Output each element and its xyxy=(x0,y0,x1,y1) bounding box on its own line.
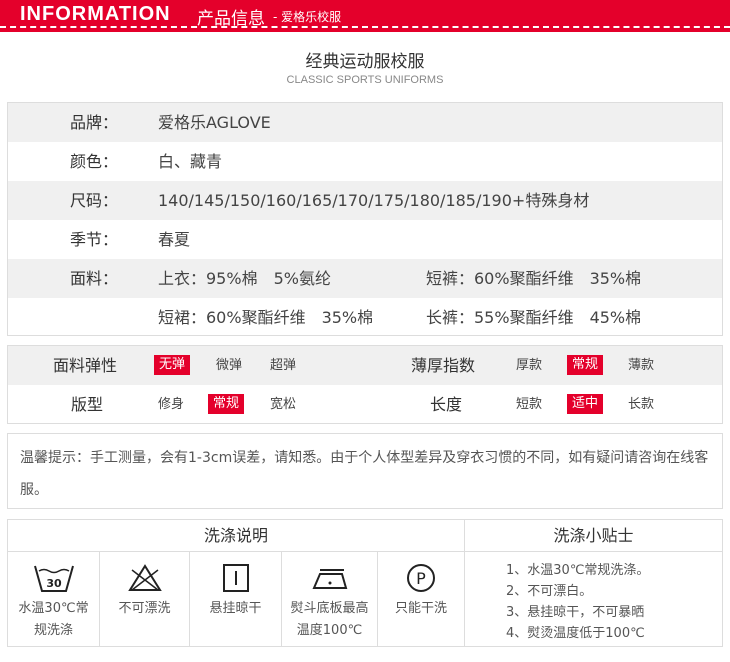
attr-option-selected: 常规 xyxy=(567,355,604,375)
info-value: 爱格乐AGLOVE xyxy=(158,113,271,132)
tip-item: 4、熨烫温度低于100℃ xyxy=(506,626,645,641)
tip-item: 1、水温30℃常规洗涤。 xyxy=(506,563,650,578)
page-subtitle: CLASSIC SPORTS UNIFORMS xyxy=(286,74,444,86)
wash-label: 熨斗底板最高温度100℃ xyxy=(290,601,369,638)
info-value: 短裙：60%聚酯纤维 35%棉 xyxy=(158,308,374,327)
attr-option: 修身 xyxy=(158,397,185,412)
tip-item: 2、不可漂白。 xyxy=(506,584,593,599)
dry-clean-letter: P xyxy=(416,569,426,588)
page-title: 经典运动服校服 xyxy=(305,52,425,72)
no-bleach-icon xyxy=(127,564,162,591)
attr-row: 版型 修身 常规 宽松 长度 短款 适中 长款 xyxy=(8,385,722,424)
info-label: 颜色： xyxy=(70,152,119,171)
note-box: 温馨提示：手工测量，会有1-3cm误差，请知悉。由于个人体型差异及穿衣习惯的不同… xyxy=(7,433,723,509)
info-row: 短裙：60%聚酯纤维 35%棉 长裤：55%聚酯纤维 45%棉 xyxy=(8,298,722,337)
header-banner: INFORMATION 产品信息 - 爱格乐校服 xyxy=(0,0,730,32)
wash-item: 熨斗底板最高温度100℃ xyxy=(282,552,378,646)
wash-title: 洗涤说明 xyxy=(8,520,465,552)
wash-label: 只能干洗 xyxy=(394,601,447,616)
attr-option-selected: 常规 xyxy=(208,394,245,414)
info-value: 白、藏青 xyxy=(158,152,223,171)
attr-option-selected: 适中 xyxy=(567,394,604,414)
wash-table: 洗涤说明 洗涤小贴士 30 水温30℃常规洗涤 不可漂洗 悬挂晾干 熨斗底板最高… xyxy=(7,519,723,647)
wash-temp-number: 30 xyxy=(46,577,62,590)
attr-label: 薄厚指数 xyxy=(411,356,476,375)
iron-icon xyxy=(311,569,347,589)
info-row: 季节： 春夏 xyxy=(8,220,722,259)
info-value: 140/145/150/160/165/170/175/180/185/190+… xyxy=(158,191,590,210)
info-value: 春夏 xyxy=(158,230,191,249)
attr-label: 长度 xyxy=(430,395,463,414)
info-label: 品牌： xyxy=(70,113,119,132)
info-value: 上衣：95%棉 5%氨纶 xyxy=(158,269,331,288)
wash-item: 悬挂晾干 xyxy=(190,552,282,646)
wash-label: 水温30℃常规洗涤 xyxy=(18,601,89,638)
attr-option: 宽松 xyxy=(270,397,297,412)
tip-item: 3、悬挂晾干，不可暴晒 xyxy=(506,605,645,620)
attr-option: 厚款 xyxy=(516,358,543,373)
info-label: 面料： xyxy=(70,269,119,288)
info-row: 尺码： 140/145/150/160/165/170/175/180/185/1… xyxy=(8,181,722,220)
attr-option: 长款 xyxy=(628,397,655,412)
info-value: 长裤：55%聚酯纤维 45%棉 xyxy=(426,308,642,327)
info-label: 季节： xyxy=(70,230,119,249)
wash-label: 悬挂晾干 xyxy=(209,601,262,616)
wash-item: 不可漂洗 xyxy=(100,552,190,646)
dry-clean-icon: P xyxy=(407,564,435,592)
info-row: 面料： 上衣：95%棉 5%氨纶 短裤：60%聚酯纤维 35%棉 xyxy=(8,259,722,298)
hang-dry-icon xyxy=(222,564,249,592)
dashed-divider xyxy=(0,26,730,28)
wash-label: 不可漂洗 xyxy=(118,601,171,616)
attr-row: 面料弹性 无弹 微弹 超弹 薄厚指数 厚款 常规 薄款 xyxy=(8,346,722,385)
attr-option: 薄款 xyxy=(628,358,655,373)
attributes-table: 面料弹性 无弹 微弹 超弹 薄厚指数 厚款 常规 薄款 版型 修身 常规 宽松 … xyxy=(7,345,723,424)
tips-list: 1、水温30℃常规洗涤。 2、不可漂白。 3、悬挂晾干，不可暴晒 4、熨烫温度低… xyxy=(506,560,649,644)
info-row: 颜色： 白、藏青 xyxy=(8,142,722,181)
info-value: 短裤：60%聚酯纤维 35%棉 xyxy=(426,269,642,288)
header-en: INFORMATION xyxy=(20,3,171,25)
attr-label: 面料弹性 xyxy=(53,356,118,375)
wash-item: P 只能干洗 xyxy=(378,552,465,646)
attr-label: 版型 xyxy=(71,395,104,414)
wash-item: 30 水温30℃常规洗涤 xyxy=(8,552,100,646)
attr-option: 微弹 xyxy=(216,358,243,373)
header-sub: - 爱格乐校服 xyxy=(273,10,342,24)
tips-title: 洗涤小贴士 xyxy=(465,520,722,552)
info-row: 品牌： 爱格乐AGLOVE xyxy=(8,103,722,142)
info-table: 品牌： 爱格乐AGLOVE 颜色： 白、藏青 尺码： 140/145/150/160/… xyxy=(7,102,723,336)
info-label: 尺码： xyxy=(70,191,119,210)
wash-30-icon: 30 xyxy=(33,565,74,592)
attr-option: 短款 xyxy=(516,397,543,412)
attr-option: 超弹 xyxy=(270,358,297,373)
attr-option-selected: 无弹 xyxy=(154,355,191,375)
